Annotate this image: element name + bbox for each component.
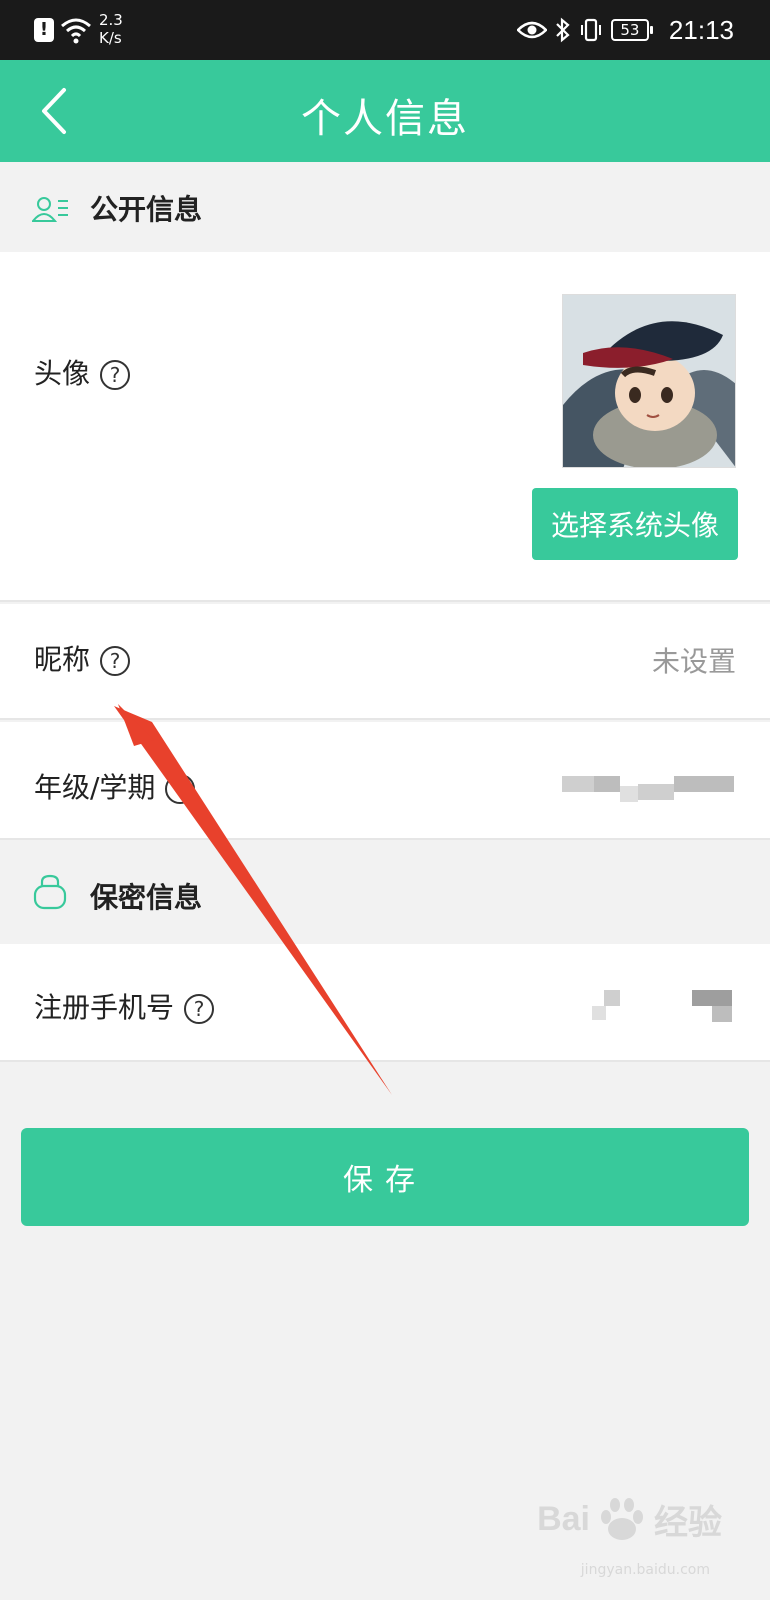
battery-icon: 53 xyxy=(610,19,653,41)
section-title: 公开信息 xyxy=(90,193,203,226)
save-button[interactable]: 保存 xyxy=(21,1128,749,1226)
watermark-url: jingyan.baidu.com xyxy=(580,1562,710,1578)
section-title: 保密信息 xyxy=(90,881,203,914)
phone-row[interactable]: 注册手机号? xyxy=(0,944,770,1062)
nickname-value: 未设置 xyxy=(651,645,736,678)
status-bar: ! 2.3 K/s 53 21:13 xyxy=(0,0,770,60)
help-icon[interactable]: ? xyxy=(165,774,196,804)
bluetooth-icon xyxy=(556,17,570,43)
help-icon[interactable]: ? xyxy=(100,360,131,390)
phone-label: 注册手机号 xyxy=(34,991,175,1024)
user-card-icon xyxy=(32,197,68,222)
wifi-icon xyxy=(61,18,91,44)
app-header: 个人信息 xyxy=(0,60,770,162)
public-info-section-header: 公开信息 xyxy=(0,162,770,252)
private-info-section-header: 保密信息 xyxy=(0,842,770,944)
grade-term-row[interactable]: 年级/学期? xyxy=(0,722,770,840)
eye-icon xyxy=(516,21,547,39)
avatar-image[interactable] xyxy=(562,294,736,468)
avatar-label: 头像 xyxy=(34,357,91,390)
help-icon[interactable]: ? xyxy=(100,646,131,676)
cartoon-boy-avatar xyxy=(563,295,735,467)
grade-term-label: 年级/学期 xyxy=(34,771,156,804)
nickname-label: 昵称 xyxy=(34,643,91,676)
nickname-row[interactable]: 昵称? 未设置 xyxy=(0,604,770,720)
page-title: 个人信息 xyxy=(301,96,469,142)
avatar-row: 头像? 选择系统头像 xyxy=(0,252,770,602)
clock: 21:13 xyxy=(668,14,734,45)
bag-lock-icon xyxy=(33,874,67,910)
network-speed: 2.3 K/s xyxy=(99,11,123,47)
help-icon[interactable]: ? xyxy=(184,994,215,1024)
vibrate-icon xyxy=(580,18,601,42)
alert-icon: ! xyxy=(34,18,54,42)
baidu-jingyan-watermark: Bai 经验 xyxy=(537,1495,722,1544)
choose-system-avatar-button[interactable]: 选择系统头像 xyxy=(532,488,738,560)
paw-icon xyxy=(601,1497,643,1540)
